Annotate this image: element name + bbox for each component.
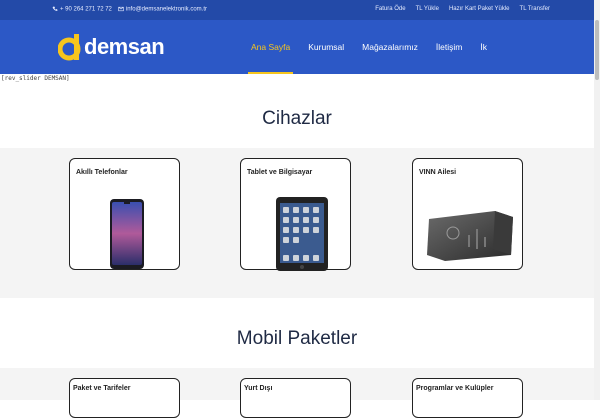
card-vinn-ailesi[interactable]: VINN Ailesi <box>412 158 523 270</box>
main-header: demsan Ana Sayfa Kurumsal Mağazalarımız … <box>0 20 594 74</box>
phone-text: + 90 264 271 72 72 <box>60 6 112 13</box>
email-contact[interactable]: info@demsanelektronik.com.tr <box>118 6 207 13</box>
card-programlar-kulupler[interactable]: Programlar ve Kulüpler <box>412 378 523 418</box>
mail-icon <box>118 6 124 12</box>
vinn-device-image <box>427 211 513 261</box>
phone-contact[interactable]: + 90 264 271 72 72 <box>52 6 112 13</box>
card-tablet-bilgisayar[interactable]: Tablet ve Bilgisayar <box>240 158 351 271</box>
card-label: Paket ve Tarifeler <box>73 385 131 392</box>
nav-item-ana-sayfa[interactable]: Ana Sayfa <box>242 20 299 74</box>
top-link-tl-yukle[interactable]: TL Yükle <box>416 6 439 12</box>
top-link-tl-transfer[interactable]: TL Transfer <box>520 6 550 12</box>
card-label: Akıllı Telefonlar <box>76 169 128 176</box>
nav-item-kurumsal[interactable]: Kurumsal <box>299 20 353 74</box>
card-akilli-telefonlar[interactable]: Akıllı Telefonlar <box>69 158 180 270</box>
card-label: Programlar ve Kulüpler <box>416 385 494 392</box>
card-yurt-disi[interactable]: Yurt Dışı <box>240 378 351 418</box>
top-link-fatura-ode[interactable]: Fatura Öde <box>375 6 405 12</box>
nav-item-iletisim[interactable]: İletişim <box>427 20 471 74</box>
page-scrollbar[interactable] <box>594 0 600 400</box>
main-nav: Ana Sayfa Kurumsal Mağazalarımız İletişi… <box>242 20 496 74</box>
top-links: Fatura Öde TL Yükle Hazır Kart Paket Yük… <box>375 6 550 12</box>
card-label: Yurt Dışı <box>244 385 273 392</box>
top-bar: + 90 264 271 72 72 info@demsanelektronik… <box>0 0 594 20</box>
devices-title: Cihazlar <box>262 108 332 129</box>
nav-item-ik[interactable]: İk <box>471 20 496 74</box>
top-link-hazir-kart[interactable]: Hazır Kart Paket Yükle <box>449 6 510 12</box>
contact-info: + 90 264 271 72 72 info@demsanelektronik… <box>52 6 207 13</box>
brand-logo[interactable]: demsan <box>58 32 165 62</box>
email-text: info@demsanelektronik.com.tr <box>125 6 208 13</box>
rev-slider-shortcode: [rev_slider DEMSAN] <box>1 75 70 82</box>
phone-icon <box>52 6 58 11</box>
smartphone-image <box>110 199 144 269</box>
brand-name: demsan <box>84 34 165 59</box>
nav-item-magazalarimiz[interactable]: Mağazalarımız <box>353 20 427 74</box>
logo-mark-icon <box>58 34 81 61</box>
card-paket-tarifeler[interactable]: Paket ve Tarifeler <box>69 378 180 418</box>
card-label: VINN Ailesi <box>419 169 457 176</box>
card-label: Tablet ve Bilgisayar <box>247 169 313 176</box>
tablet-image <box>276 197 328 271</box>
packages-title: Mobil Paketler <box>236 328 358 349</box>
scrollbar-thumb[interactable] <box>595 20 599 80</box>
